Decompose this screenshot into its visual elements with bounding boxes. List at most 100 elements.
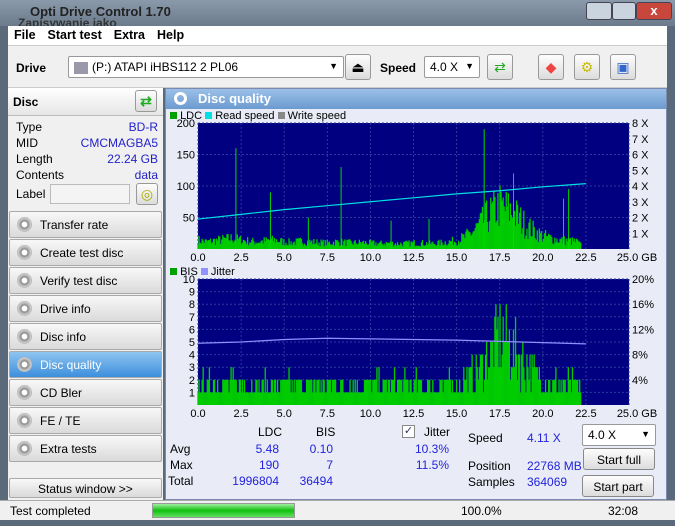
speed-label: Speed xyxy=(380,61,417,75)
nav-label: Verify test disc xyxy=(40,274,118,288)
avg-label: Avg xyxy=(170,442,191,456)
disc-icon xyxy=(17,329,32,344)
y-tick-label: 200 xyxy=(177,118,195,130)
menu-file[interactable]: File xyxy=(8,26,42,44)
y-tick-label: 9 xyxy=(189,287,195,299)
x-tick-label: 7.5 xyxy=(320,408,335,419)
minimize-button[interactable] xyxy=(586,2,612,20)
nav-label: Disc info xyxy=(40,330,87,344)
total-ldc: 1996804 xyxy=(232,474,279,488)
x-tick-label: 22.5 xyxy=(575,252,596,264)
x-tick-label: 12.5 xyxy=(403,408,424,419)
nav-label: Disc quality xyxy=(40,358,102,372)
y2-tick-label: 8% xyxy=(632,350,648,362)
avg-bis: 0.10 xyxy=(309,442,333,456)
menu-extra[interactable]: Extra xyxy=(108,26,151,44)
samples-label: Samples xyxy=(468,475,515,489)
x-tick-label: 25.0 GB xyxy=(617,408,657,419)
nav-label: Drive info xyxy=(40,302,91,316)
speed-stat-value: 4.11 X xyxy=(527,431,561,445)
test-speed-select[interactable]: 4.0 X ▼ xyxy=(582,424,656,446)
y-tick-label: 5 xyxy=(189,337,195,349)
start-full-button[interactable]: Start full xyxy=(583,448,655,470)
erase-icon[interactable]: ◆ xyxy=(538,54,564,80)
y2-tick-label: 2 X xyxy=(632,213,649,225)
settings-icon[interactable]: ⚙ xyxy=(574,54,600,80)
disc-icon xyxy=(17,217,32,232)
y2-tick-label: 6 X xyxy=(632,150,649,162)
nav-disc-quality[interactable]: Disc quality xyxy=(9,351,162,378)
disc-icon xyxy=(17,385,32,400)
label-input[interactable] xyxy=(50,184,130,204)
nav-verify-test-disc[interactable]: Verify test disc xyxy=(9,267,162,294)
maximize-button[interactable] xyxy=(612,2,636,20)
x-tick-label: 10.0 xyxy=(360,252,381,264)
y2-tick-label: 20% xyxy=(632,274,654,286)
x-tick-label: 2.5 xyxy=(233,252,248,264)
disc-title: Disc xyxy=(13,95,39,109)
max-jitter: 11.5% xyxy=(415,458,449,472)
x-tick-label: 20.0 xyxy=(532,252,553,264)
menu-help[interactable]: Help xyxy=(151,26,190,44)
x-tick-label: 25.0 GB xyxy=(617,252,657,264)
menu-bar: File Start test Extra Help xyxy=(8,26,667,46)
total-bis: 36494 xyxy=(299,474,333,488)
elapsed-time: 32:08 xyxy=(608,504,639,518)
nav-create-test-disc[interactable]: Create test disc xyxy=(9,239,162,266)
progress-bar xyxy=(152,503,295,518)
nav-disc-info[interactable]: Disc info xyxy=(9,323,162,350)
max-ldc: 190 xyxy=(258,458,279,472)
jitter-checkbox[interactable]: ✓ xyxy=(402,425,415,438)
save-icon[interactable]: ▣ xyxy=(610,54,636,80)
y2-tick-label: 3 X xyxy=(632,197,649,209)
charts: 0.0 2.5 5.0 7.5 10.0 12.5 15.0 17.5 20.0 22.5 25.0… xyxy=(177,118,658,419)
x-tick-label: 22.5 xyxy=(575,408,596,419)
speed-value: 4.0 X xyxy=(430,60,459,74)
nav-label: Extra tests xyxy=(40,442,97,456)
close-button[interactable]: x xyxy=(636,2,672,20)
y2-tick-label: 4% xyxy=(632,375,648,387)
menu-start-test[interactable]: Start test xyxy=(42,26,108,44)
col-bis: BIS xyxy=(316,425,336,439)
chevron-down-icon: ▼ xyxy=(641,429,650,439)
jitter-label: Jitter xyxy=(424,425,451,439)
disc-icon xyxy=(17,301,32,316)
nav-cd-bler[interactable]: CD Bler xyxy=(9,379,162,406)
speed-select[interactable]: 4.0 X ▼ xyxy=(424,56,480,78)
x-tick-label: 5.0 xyxy=(277,408,292,419)
drive-select[interactable]: (P:) ATAPI iHBS112 2 PL06 ▼ xyxy=(68,56,344,78)
label-disc-icon[interactable]: ◎ xyxy=(136,183,158,205)
x-tick-label: 15.0 xyxy=(446,252,467,264)
disc-icon xyxy=(17,273,32,288)
progress-fill xyxy=(153,504,294,517)
x-tick-label: 17.5 xyxy=(489,252,510,264)
y-tick-label: 100 xyxy=(177,181,195,193)
y2-tick-label: 12% xyxy=(632,324,654,336)
nav-label: CD Bler xyxy=(40,386,83,400)
y2-tick-label: 1 X xyxy=(632,228,649,240)
y2-tick-label: 5 X xyxy=(632,165,649,177)
drive-label: Drive xyxy=(16,61,47,75)
samples-value: 364069 xyxy=(527,475,568,489)
y-tick-label: 150 xyxy=(177,150,195,162)
start-part-button[interactable]: Start part xyxy=(582,475,654,497)
nav-drive-info[interactable]: Drive info xyxy=(9,295,162,322)
nav-extra-tests[interactable]: Extra tests xyxy=(9,435,162,462)
status-window-button[interactable]: Status window >> xyxy=(9,478,162,498)
y-tick-label: 3 xyxy=(189,362,195,374)
x-tick-label: 5.0 xyxy=(277,252,292,264)
info-contents: Contents data xyxy=(16,168,158,182)
nav-transfer-rate[interactable]: Transfer rate xyxy=(9,211,162,238)
nav-fe-te[interactable]: FE / TE xyxy=(9,407,162,434)
refresh-button[interactable]: ⇄ xyxy=(487,54,513,80)
disc-refresh-button[interactable]: ⇄ xyxy=(135,90,157,112)
chevron-down-icon: ▼ xyxy=(329,61,338,71)
x-tick-label: 20.0 xyxy=(532,408,553,419)
nav-label: Transfer rate xyxy=(40,218,109,232)
disc-header: Disc ⇄ xyxy=(8,88,163,116)
speed-stat-label: Speed xyxy=(468,431,503,445)
eject-button[interactable]: ⏏ xyxy=(345,54,371,80)
x-tick-label: 0.0 xyxy=(190,408,205,419)
avg-ldc: 5.48 xyxy=(255,442,279,456)
status-bar: Test completed 100.0% 32:08 xyxy=(0,500,675,520)
